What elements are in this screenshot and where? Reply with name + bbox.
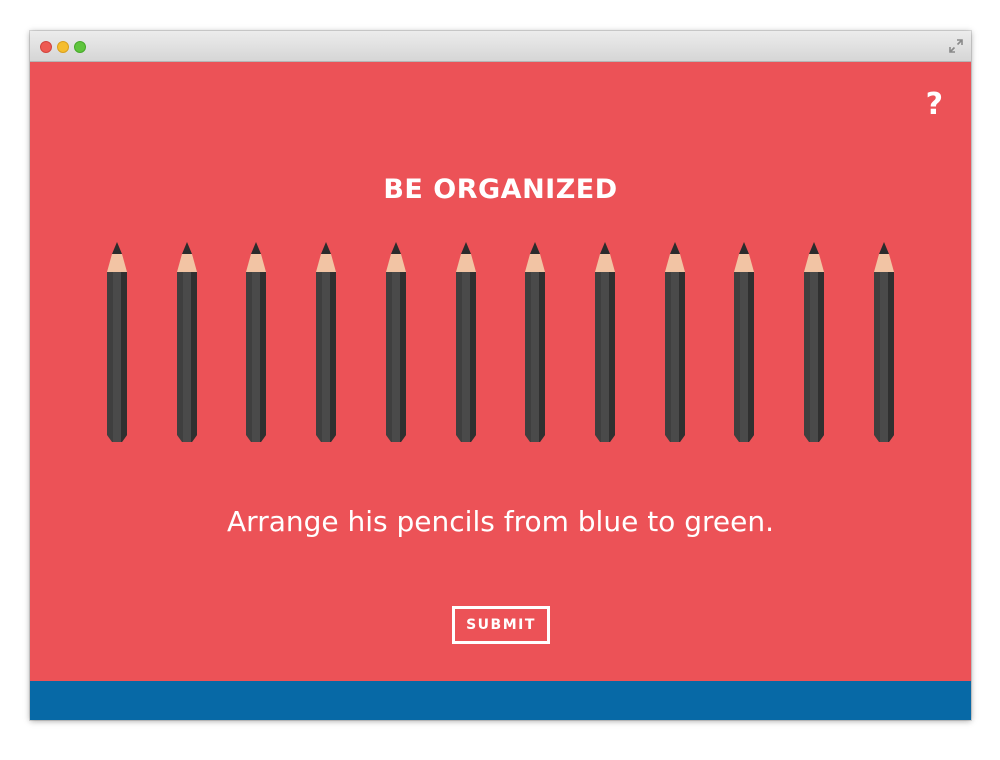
minimize-window-button[interactable] — [57, 41, 69, 53]
window-titlebar — [30, 31, 971, 62]
pencil-4[interactable] — [315, 242, 337, 442]
pencil-8[interactable] — [594, 242, 616, 442]
pencil-9[interactable] — [664, 242, 686, 442]
footer-bar — [30, 681, 971, 720]
browser-window: ? BE ORGANIZED Arrange his pencils from … — [30, 31, 971, 720]
pencil-3[interactable] — [245, 242, 267, 442]
submit-button[interactable]: SUBMIT — [452, 606, 550, 644]
pencil-1[interactable] — [106, 242, 128, 442]
zoom-window-button[interactable] — [74, 41, 86, 53]
pencil-row — [30, 62, 971, 681]
pencil-6[interactable] — [455, 242, 477, 442]
pencil-10[interactable] — [733, 242, 755, 442]
close-window-button[interactable] — [40, 41, 52, 53]
pencil-2[interactable] — [176, 242, 198, 442]
pencil-7[interactable] — [524, 242, 546, 442]
pencil-5[interactable] — [385, 242, 407, 442]
game-area: ? BE ORGANIZED Arrange his pencils from … — [30, 62, 971, 681]
pencil-12[interactable] — [873, 242, 895, 442]
instruction-text: Arrange his pencils from blue to green. — [227, 505, 774, 538]
pencil-11[interactable] — [803, 242, 825, 442]
fullscreen-icon[interactable] — [949, 39, 963, 53]
